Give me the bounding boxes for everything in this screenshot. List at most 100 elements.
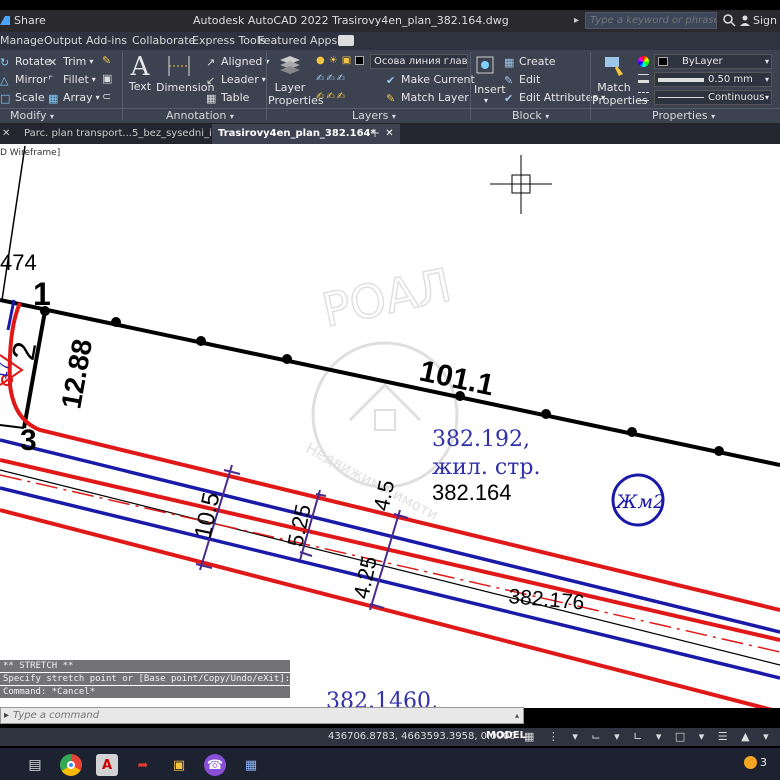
road-id-382-176: 382.176 (508, 585, 586, 615)
tab-output[interactable]: Output (44, 34, 82, 47)
chevron-down-icon: ▾ (49, 112, 54, 121)
lineweight-dropdown[interactable]: 0.50 mm ▾ (654, 72, 772, 87)
edit-block-button[interactable]: ✎ Edit (504, 73, 540, 87)
window-title: Autodesk AutoCAD 2022 Trasirovy4en_plan_… (193, 14, 509, 27)
search-input[interactable] (585, 12, 718, 29)
weather-widget[interactable]: 3 (744, 756, 767, 769)
chevron-down-icon[interactable]: ▾ (474, 96, 498, 105)
scale-label: Scale (15, 91, 45, 104)
layer-freeze-icon[interactable]: ✍✍✍ (316, 91, 347, 102)
dimension-button[interactable]: Dimension (156, 54, 215, 94)
edit-block-icon: ✎ (504, 73, 514, 87)
make-current-button[interactable]: ✔ Make Current (386, 73, 475, 87)
layer-properties-button[interactable]: Layer Properties (268, 54, 324, 107)
mirror-button[interactable]: △ Mirror (0, 73, 47, 87)
leader-button[interactable]: ↙ Leader ▾ (206, 73, 266, 87)
workspace-icon[interactable] (338, 35, 354, 46)
leader-label: Leader (221, 73, 259, 86)
layer-off-icon[interactable]: ✍✍✍ (316, 73, 347, 84)
viber-icon[interactable]: ☎ (204, 754, 226, 776)
chevron-down-icon: ▾ (391, 112, 396, 121)
insert-label: Insert (474, 83, 506, 96)
fillet-button[interactable]: ⌜ Fillet ▾ (48, 73, 96, 87)
array-label: Array (63, 91, 93, 104)
tab-featured-apps[interactable]: Featured Apps (258, 34, 337, 47)
chrome-icon[interactable] (60, 754, 82, 776)
close-tab-icon[interactable]: ✕ (0, 124, 16, 144)
pdf-reader-icon[interactable]: ➦ (132, 754, 154, 776)
share-button[interactable]: Share (0, 14, 46, 27)
layer-properties-label-1: Layer (274, 81, 306, 94)
drawing-canvas[interactable]: D Wireframe] РОАЛ Недвижими имоти 474 1 … (0, 144, 780, 708)
panel-divider (470, 52, 471, 120)
search-box[interactable]: ▸ (574, 12, 718, 29)
erase-button[interactable]: ✎ (102, 54, 114, 67)
table-button[interactable]: ▦ Table (206, 91, 249, 105)
block-panel-label[interactable]: Block ▾ (512, 109, 549, 122)
tab-manage[interactable]: Manage (0, 34, 44, 47)
layers-panel-label[interactable]: Layers ▾ (352, 109, 396, 122)
status-toggle-icons[interactable]: ▦ ⋮ ▾ ⌙ ▾ ∟ ▾ □ ▾ ☰ ▲ ▾ (524, 730, 774, 743)
linetype-dropdown[interactable]: Continuous ▾ (654, 90, 772, 105)
chevron-down-icon[interactable]: ▾ (92, 75, 96, 84)
trim-button[interactable]: ✕ Trim ▾ (48, 55, 93, 69)
trim-icon: ✕ (48, 55, 58, 69)
title-bar: Share Autodesk AutoCAD 2022 Trasirovy4en… (0, 10, 780, 32)
task-view-icon[interactable]: ▤ (24, 754, 46, 776)
model-space-button[interactable]: MODEL (486, 730, 526, 741)
create-block-label: Create (519, 55, 556, 68)
scale-button[interactable]: □ Scale (0, 91, 45, 105)
search-icon[interactable] (722, 13, 736, 27)
aligned-button[interactable]: ↗ Aligned ▾ (206, 55, 269, 69)
text-button[interactable]: A Text (128, 54, 152, 93)
match-properties-button[interactable]: Match Properties (592, 54, 648, 107)
chevron-down-icon[interactable]: ▾ (89, 57, 93, 66)
offset-button[interactable]: ⊂ (102, 90, 114, 103)
insert-button[interactable]: Insert ▾ (474, 54, 506, 105)
color-swatch-icon (658, 57, 668, 66)
layer-dropdown[interactable]: Осова линия главн ▾ (370, 54, 468, 69)
lineweight-value: 0.50 mm (708, 74, 753, 85)
parcel-id-382-164: 382.164 (432, 480, 512, 505)
create-block-button[interactable]: ▦ Create (504, 55, 556, 69)
lineweight-icon[interactable] (638, 74, 649, 83)
rotate-button[interactable]: ↻ Rotate (0, 55, 52, 69)
chevron-down-icon: ▾ (764, 75, 769, 84)
tab-collaborate[interactable]: Collaborate (132, 34, 195, 47)
color-dropdown[interactable]: ByLayer ▾ (654, 54, 772, 69)
sign-in-button[interactable]: Sign In (740, 14, 780, 27)
file-explorer-icon[interactable]: ▣ (168, 754, 190, 776)
layer-tools-row-2[interactable]: ✍✍✍ (316, 91, 347, 102)
calculator-icon[interactable]: ▦ (240, 754, 262, 776)
new-tab-button[interactable]: + (364, 124, 386, 144)
explode-button[interactable]: ▣ (102, 72, 114, 85)
modify-panel-label[interactable]: Modify ▾ (10, 109, 54, 122)
autocad-icon[interactable]: A (96, 754, 118, 776)
expand-arrow-icon[interactable]: ▸ (574, 15, 579, 26)
match-layer-button[interactable]: ✎ Match Layer (386, 91, 469, 105)
tab-express-tools[interactable]: Express Tools (192, 34, 266, 47)
color-wheel-icon[interactable] (638, 56, 649, 67)
insert-block-icon (476, 56, 494, 74)
aligned-label: Aligned (221, 55, 263, 68)
chevron-up-icon[interactable]: ▴ (515, 711, 523, 720)
annotation-panel-label[interactable]: Annotation ▾ (166, 109, 234, 122)
command-line[interactable]: ▸ ▴ (0, 707, 524, 724)
layer-tools-row-1[interactable]: ✍✍✍ (316, 73, 347, 84)
dimension-label: Dimension (156, 81, 215, 94)
layer-state-icons[interactable]: ● ☀ ▣ (316, 55, 365, 66)
table-icon: ▦ (206, 91, 217, 105)
command-prompt-icon[interactable]: ▸ (1, 710, 9, 721)
sun-icon (744, 756, 757, 769)
linetype-icon[interactable] (638, 92, 649, 101)
chevron-down-icon: ▾ (545, 112, 550, 121)
tab-add-ins[interactable]: Add-ins (86, 34, 127, 47)
chevron-down-icon[interactable]: ▾ (96, 93, 100, 102)
command-input[interactable] (9, 710, 490, 721)
offset-icon: ⊂ (102, 90, 112, 103)
close-icon[interactable]: ✕ (385, 128, 393, 139)
array-button[interactable]: ▦ Array ▾ (48, 91, 100, 105)
properties-panel-label[interactable]: Properties ▾ (652, 109, 715, 122)
status-bar: 436706.8783, 4663593.3958, 0.0000 MODEL … (0, 728, 780, 746)
rotate-label: Rotate (15, 55, 52, 68)
